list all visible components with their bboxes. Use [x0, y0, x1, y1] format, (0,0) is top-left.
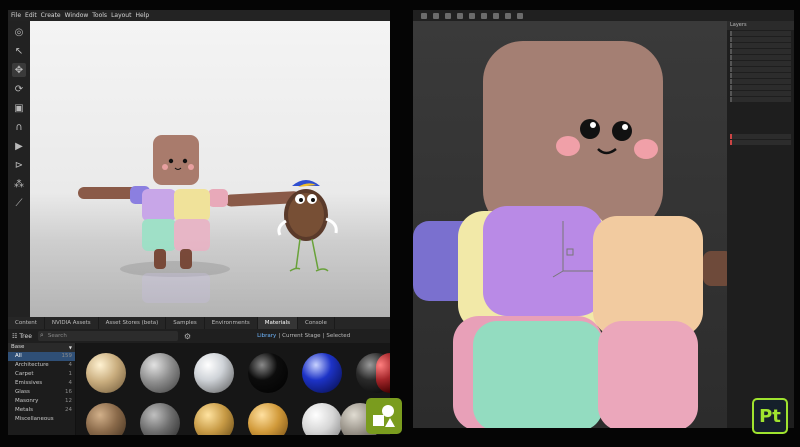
tab-materials[interactable]: Materials [257, 317, 298, 329]
painter-toolbar [413, 10, 794, 21]
layer-row[interactable] [730, 61, 791, 66]
step-icon[interactable]: ⊳ [12, 158, 26, 172]
layer-row[interactable] [730, 55, 791, 60]
tab-console[interactable]: Console [298, 317, 335, 329]
material-categories: Base All159 Architecture4 Carpet1 Emissi… [8, 343, 76, 435]
category-item[interactable]: Carpet 1 [8, 370, 75, 379]
settings-icon[interactable]: ◎ [12, 25, 26, 39]
material-swatch[interactable] [86, 403, 126, 435]
library-filter: Library | Current Stage | Selected [257, 333, 351, 339]
material-swatch[interactable] [376, 353, 390, 393]
menu-window[interactable]: Window [65, 10, 89, 21]
menu-tools[interactable]: Tools [92, 10, 107, 21]
move-icon[interactable]: ✥ [12, 63, 26, 77]
play-icon[interactable]: ▶ [12, 139, 26, 153]
category-item[interactable]: All 159 [8, 352, 75, 361]
material-swatch[interactable] [248, 353, 288, 393]
tab-nvidia-assets[interactable]: NVIDIA Assets [45, 317, 99, 329]
material-swatch[interactable] [302, 353, 342, 393]
material-grid [76, 343, 390, 435]
menu-edit[interactable]: Edit [25, 10, 37, 21]
painter-logo: Pt [752, 398, 788, 434]
search-input[interactable]: Search [37, 330, 178, 341]
tab-samples[interactable]: Samples [166, 317, 205, 329]
tab-environments[interactable]: Environments [205, 317, 258, 329]
layer-row[interactable] [730, 91, 791, 96]
tool-icon[interactable] [421, 12, 427, 19]
menu-create[interactable]: Create [41, 10, 61, 21]
gear-icon[interactable]: ⚙ [184, 332, 191, 341]
tool-icon[interactable] [457, 12, 463, 19]
tab-content[interactable]: Content [8, 317, 45, 329]
tree-toggle[interactable]: ☷ Tree [12, 333, 32, 340]
material-swatch[interactable] [140, 353, 180, 393]
category-item[interactable]: Emissives 4 [8, 379, 75, 388]
material-swatch[interactable] [140, 403, 180, 435]
tool-icon[interactable] [481, 12, 487, 19]
select-arrow-icon[interactable]: ↖ [12, 44, 26, 58]
tool-icon[interactable] [493, 12, 499, 19]
category-item[interactable]: Architecture 4 [8, 361, 75, 370]
material-swatch[interactable] [302, 403, 342, 435]
menu-file[interactable]: File [11, 10, 21, 21]
tool-icon[interactable] [445, 12, 451, 19]
painter-character [413, 41, 727, 428]
library-tab[interactable]: Library [257, 333, 276, 339]
layer-row[interactable] [730, 73, 791, 78]
materials-toolbar: ☷ Tree Search ⚙ Library | Current Stage … [8, 329, 390, 343]
layer-row[interactable] [730, 31, 791, 36]
render-viewport[interactable] [30, 21, 390, 317]
menu-bar: File Edit Create Window Tools Layout Hel… [8, 10, 390, 21]
panel-tabs: Content NVIDIA Assets Asset Stores (beta… [8, 317, 390, 329]
omniverse-window: File Edit Create Window Tools Layout Hel… [8, 10, 390, 435]
category-item[interactable]: Masonry 12 [8, 397, 75, 406]
grid-icon[interactable]: ⁂ [12, 177, 26, 191]
scale-icon[interactable]: ▣ [12, 101, 26, 115]
rotate-icon[interactable]: ⟳ [12, 82, 26, 96]
tool-icon[interactable] [469, 12, 475, 19]
brush-icon[interactable]: ⟋ [12, 196, 26, 210]
current-stage-tab[interactable]: Current Stage [282, 333, 320, 339]
layers-panel: Layers [727, 21, 794, 428]
layer-row[interactable] [730, 43, 791, 48]
tool-icon[interactable] [517, 12, 523, 19]
menu-help[interactable]: Help [135, 10, 149, 21]
material-swatch[interactable] [86, 353, 126, 393]
material-swatch[interactable] [194, 353, 234, 393]
screen: File Edit Create Window Tools Layout Hel… [0, 0, 800, 447]
layer-row[interactable] [730, 67, 791, 72]
snap-magnet-icon[interactable]: ∩ [12, 120, 26, 134]
tool-icon[interactable] [433, 12, 439, 19]
layer-row[interactable] [730, 79, 791, 84]
shapes-icon [373, 405, 395, 427]
layer-row[interactable] [730, 49, 791, 54]
layer-row[interactable] [730, 97, 791, 102]
material-swatch[interactable] [194, 403, 234, 435]
material-swatch[interactable] [248, 403, 288, 435]
tab-asset-stores[interactable]: Asset Stores (beta) [99, 317, 167, 329]
selected-tab[interactable]: Selected [326, 333, 350, 339]
layers-header: Layers [727, 21, 794, 30]
painter-window: Layers [413, 10, 794, 428]
tree-label: Tree [19, 332, 32, 340]
painter-viewport[interactable] [413, 21, 727, 428]
menu-layout[interactable]: Layout [111, 10, 131, 21]
property-row[interactable] [730, 134, 791, 139]
tree-icon: ☷ [12, 332, 18, 340]
category-item[interactable]: Miscellaneous [8, 415, 75, 424]
category-group-header[interactable]: Base [8, 343, 75, 352]
property-row[interactable] [730, 140, 791, 145]
omniverse-logo [366, 398, 402, 434]
category-item[interactable]: Metals 24 [8, 406, 75, 415]
category-item[interactable]: Glass 16 [8, 388, 75, 397]
tool-icon[interactable] [505, 12, 511, 19]
layer-row[interactable] [730, 85, 791, 90]
layer-row[interactable] [730, 37, 791, 42]
viewport-toolbar: ◎ ↖ ✥ ⟳ ▣ ∩ ▶ ⊳ ⁂ ⟋ [8, 21, 30, 317]
